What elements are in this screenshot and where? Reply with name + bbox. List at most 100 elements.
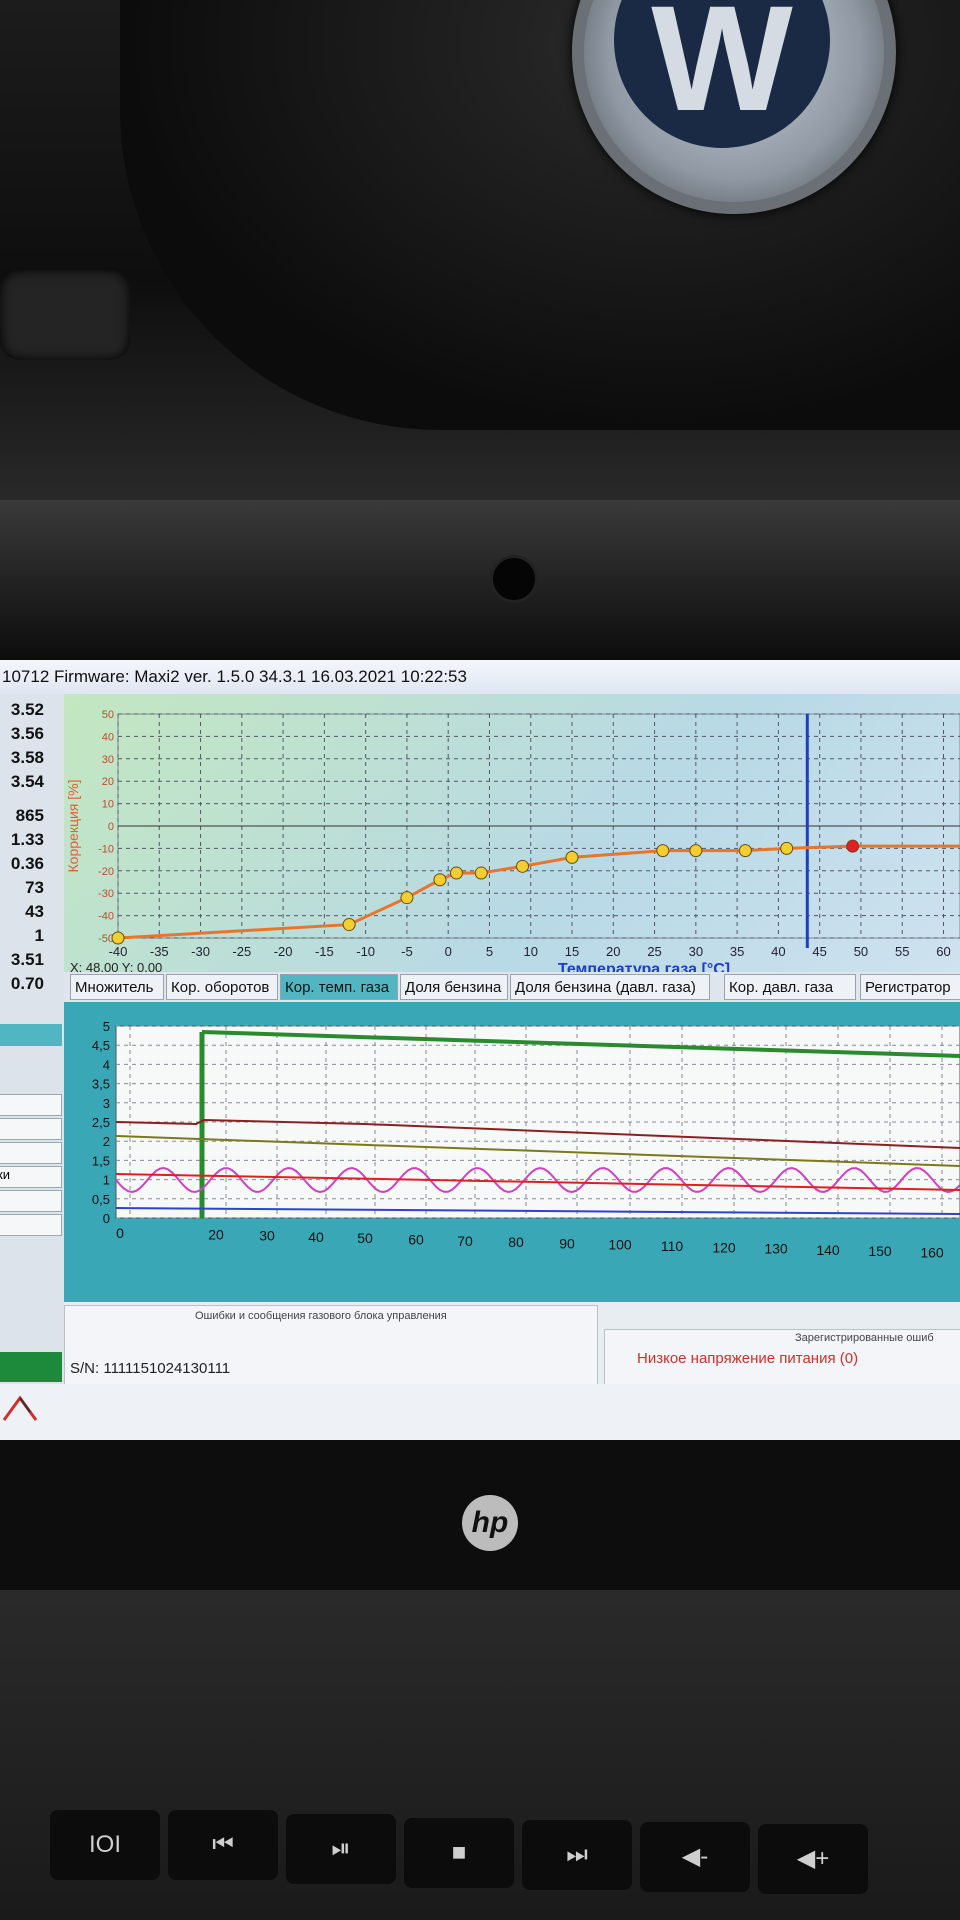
webcam-icon <box>490 555 538 603</box>
tab-petrol-share[interactable]: Доля бензина <box>400 974 508 1000</box>
serial-number: S/N: 1111151024130111 <box>70 1360 231 1377</box>
tab-petrol-share-pressure[interactable]: Доля бензина (давл. газа) <box>510 974 710 1000</box>
data-point <box>111 931 125 945</box>
tab-gas-pressure-correction[interactable]: Кор. давл. газа <box>724 974 856 1000</box>
x-tick-label: -5 <box>401 944 413 959</box>
y-tick-label: 3 <box>103 1096 110 1111</box>
key-stop-icon[interactable]: ■ <box>404 1818 514 1888</box>
x-tick-label: 25 <box>647 944 661 959</box>
y-tick-label: 10 <box>102 799 114 811</box>
x-tick-label: 40 <box>771 944 785 959</box>
x-tick-label: 30 <box>259 1228 275 1244</box>
left-value: 0.70 <box>10 974 44 993</box>
left-value: 3.51 <box>10 950 44 969</box>
y-tick-label: 4,5 <box>92 1038 110 1053</box>
hp-logo-icon: hp <box>462 1495 518 1551</box>
data-point <box>738 844 752 858</box>
x-tick-label: 110 <box>661 1238 684 1254</box>
y-tick-label: 5 <box>103 1019 110 1034</box>
x-tick-label: 60 <box>936 944 950 959</box>
x-tick-label: 130 <box>764 1241 788 1257</box>
y-tick-label: -10 <box>98 843 114 855</box>
data-point <box>342 918 356 932</box>
key-display-icon[interactable]: IOI <box>50 1810 160 1880</box>
tab-recorder[interactable]: Регистратор <box>860 974 960 1000</box>
left-values-panel: 3.52 3.56 3.58 3.54 865 1.33 0.36 73 43 … <box>0 694 64 1450</box>
y-tick-label: 20 <box>102 776 114 788</box>
y-tick-label: 0 <box>108 821 114 833</box>
x-tick-label: 140 <box>816 1242 840 1258</box>
tab-rpm-correction[interactable]: Кор. оборотов <box>166 974 278 1000</box>
keyboard: IOI ⏮ ⏯ ■ ⏭ ◀- ◀+ <box>0 1590 960 1920</box>
x-tick-label: -40 <box>109 944 128 959</box>
y-tick-label: 0,5 <box>92 1192 110 1207</box>
data-point <box>689 844 703 858</box>
data-point <box>449 866 463 880</box>
temp-correction-chart[interactable]: -40 -35 -30 -25 -20 -15 -10 -5 0 5 10 15 20 25 30 35 40 4… <box>64 694 960 978</box>
connection-status-indicator <box>0 1352 62 1382</box>
left-value: 3.52 <box>10 700 44 719</box>
left-value: 73 <box>25 878 44 897</box>
active-point <box>846 839 860 853</box>
y-axis-label: Коррекция [%] <box>65 780 81 873</box>
x-tick-label: 15 <box>565 944 579 959</box>
x-tick-label: 50 <box>854 944 868 959</box>
left-value: 3.58 <box>10 748 44 767</box>
left-field[interactable]: ки <box>0 1166 62 1188</box>
left-value: 865 <box>15 806 44 825</box>
x-tick-label: -10 <box>356 944 375 959</box>
y-tick-label: 3,5 <box>92 1077 110 1092</box>
left-value: 1.33 <box>10 830 44 849</box>
x-tick-label: 0 <box>445 944 452 959</box>
data-point <box>565 850 579 864</box>
x-tick-label: 160 <box>920 1245 944 1261</box>
x-tick-label: -15 <box>315 944 334 959</box>
x-tick-label: 45 <box>812 944 826 959</box>
key-prev-icon[interactable]: ⏮ <box>168 1810 278 1880</box>
y-tick-label: 30 <box>102 754 114 766</box>
x-tick-label: 20 <box>208 1226 224 1242</box>
left-field[interactable] <box>0 1190 62 1212</box>
x-tick-label: 50 <box>357 1230 373 1246</box>
data-point <box>400 891 414 905</box>
error-message[interactable]: Низкое напряжение питания (0) <box>637 1350 858 1367</box>
y-tick-label: 1 <box>103 1173 110 1188</box>
recorder-chart[interactable]: 5 4,5 4 3,5 3 2,5 2 1,5 1 0,5 0 0 20 30 40 50 60 70 80 90 10… <box>64 1002 960 1302</box>
key-volume-down-icon[interactable]: ◀- <box>640 1822 750 1892</box>
key-next-icon[interactable]: ⏭ <box>522 1820 632 1890</box>
x-tick-label: -25 <box>232 944 251 959</box>
y-tick-label: 2,5 <box>92 1115 110 1130</box>
recorder-plot-area <box>115 1025 960 1219</box>
temp-correction-svg[interactable]: -40 -35 -30 -25 -20 -15 -10 -5 0 5 10 15 20 25 30 35 40 4… <box>64 694 960 978</box>
x-tick-label: 70 <box>457 1233 473 1249</box>
x-tick-label: 10 <box>524 944 538 959</box>
x-tick-label: 5 <box>486 944 493 959</box>
errors-header: Ошибки и сообщения газового блока управл… <box>195 1310 447 1322</box>
recorder-svg[interactable]: 5 4,5 4 3,5 3 2,5 2 1,5 1 0,5 00 20 30 40 50 60 70 80 90 10… <box>64 1002 960 1302</box>
left-field[interactable] <box>0 1214 62 1236</box>
x-tick-label: 90 <box>559 1235 575 1251</box>
tab-multiplier[interactable]: Множитель <box>70 974 164 1000</box>
left-value: 43 <box>25 902 44 921</box>
left-dropdown[interactable] <box>0 1118 62 1140</box>
left-value: 1 <box>34 926 44 945</box>
window-title: 10712 Firmware: Maxi2 ver. 1.5.0 34.3.1 … <box>0 660 960 694</box>
tab-gas-temp-correction[interactable]: Кор. темп. газа <box>280 974 398 1000</box>
data-point <box>433 873 447 887</box>
laptop-screen: 10712 Firmware: Maxi2 ver. 1.5.0 34.3.1 … <box>0 660 960 1450</box>
left-field[interactable] <box>0 1142 62 1164</box>
key-volume-up-icon[interactable]: ◀+ <box>758 1824 868 1894</box>
key-play-pause-icon[interactable]: ⏯ <box>286 1814 396 1884</box>
air-vent <box>0 270 130 360</box>
laptop-top-bezel <box>0 500 960 665</box>
data-point <box>474 866 488 880</box>
left-panel-highlight <box>0 1024 62 1046</box>
left-field[interactable] <box>0 1094 62 1116</box>
correction-line <box>117 844 960 940</box>
x-tick-label: 20 <box>606 944 620 959</box>
y-tick-label: 2 <box>103 1134 110 1149</box>
y-tick-label: -30 <box>98 888 114 900</box>
y-tick-label: -40 <box>98 911 114 923</box>
y-tick-label: 1,5 <box>92 1153 110 1168</box>
x-tick-label: 30 <box>689 944 703 959</box>
